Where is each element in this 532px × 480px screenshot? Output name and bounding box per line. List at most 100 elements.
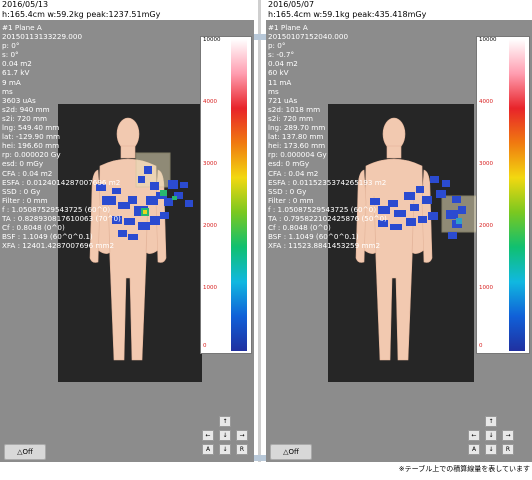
nav-down-button[interactable]: ↓ xyxy=(219,430,231,441)
info-line: Cf : 0.8048 (0^0) xyxy=(2,223,65,233)
scale-tick: 10000 xyxy=(479,37,497,43)
nav-left-button[interactable]: ← xyxy=(468,430,480,441)
info-line: s: -0.7° xyxy=(268,50,295,60)
nav-down-button[interactable]: ↓ xyxy=(485,430,497,441)
nav-l-button[interactable]: ↓ xyxy=(485,444,497,455)
info-line: esd: 0 mGy xyxy=(2,159,44,169)
info-line: 11 mA xyxy=(268,77,292,87)
scale-tick: 1000 xyxy=(203,285,217,291)
left-dose-view[interactable]: #1 Plane A 20150113133229.000 p: 0° s: 0… xyxy=(0,20,254,462)
right-color-scale-bar xyxy=(509,39,525,351)
info-line: #1 Plane A xyxy=(268,23,308,32)
footer-note: ※テーブル上での積算線量を表しています xyxy=(0,462,532,480)
info-line: 9 mA xyxy=(2,77,21,87)
nav-a-button[interactable]: A xyxy=(202,444,214,455)
info-line: lng: 549.40 mm xyxy=(2,123,60,133)
info-line: f : 1.05087529543725 (60^0) xyxy=(2,204,111,214)
right-exposure-info: #1 Plane A 20150107152040.000 p: 0° s: -… xyxy=(268,23,387,250)
footer-note-text: ※テーブル上での積算線量を表しています xyxy=(398,465,530,473)
info-line: 721 uAs xyxy=(268,95,298,105)
info-line: 60 kV xyxy=(268,68,289,78)
info-line: CFA : 0.04 m2 xyxy=(268,168,319,178)
info-line: #1 Plane A xyxy=(2,23,42,32)
nav-r-button[interactable]: R xyxy=(236,444,248,455)
right-dose-view[interactable]: #1 Plane A 20150107152040.000 p: 0° s: -… xyxy=(266,20,532,462)
info-line: 20150107152040.000 xyxy=(268,32,349,42)
info-line: ms xyxy=(2,86,13,96)
info-line: 3603 uAs xyxy=(2,95,36,105)
right-panel-summary: h:165.4cm w:59.1kg peak:435.418mGy xyxy=(268,10,427,19)
panel-scrollbar[interactable] xyxy=(254,0,266,462)
info-line: lat: -129.90 mm xyxy=(2,132,60,142)
scale-tick: 1000 xyxy=(479,285,493,291)
left-off-button[interactable]: △Off xyxy=(4,444,46,460)
nav-up-button[interactable]: ↑ xyxy=(219,416,231,427)
right-off-button[interactable]: △Off xyxy=(270,444,312,460)
left-exposure-info: #1 Plane A 20150113133229.000 p: 0° s: 0… xyxy=(2,23,121,250)
info-line: 20150113133229.000 xyxy=(2,32,83,42)
info-line: TA : 0.828930817610063 (70^0) xyxy=(2,213,121,223)
scale-tick: 0 xyxy=(203,343,207,349)
info-line: Cf : 0.8048 (0^0) xyxy=(268,223,331,233)
nav-left-button[interactable]: ← xyxy=(202,430,214,441)
scale-tick: 0 xyxy=(479,343,483,349)
info-line: ms xyxy=(268,86,279,96)
right-panel-date: 2016/05/07 xyxy=(268,0,315,9)
info-line: p: 0° xyxy=(268,41,286,51)
scrollbar-thumb-bottom[interactable] xyxy=(254,455,266,461)
scrollbar-thumb-top[interactable] xyxy=(254,34,266,40)
right-color-scale: 10000 4000 3000 2000 1000 0 xyxy=(476,36,530,354)
info-line: f : 1.05087529543725 (60^0) xyxy=(268,204,377,214)
scale-tick: 2000 xyxy=(479,223,493,229)
info-line: s2i: 720 mm xyxy=(268,113,314,123)
info-line: esd: 0 mGy xyxy=(268,159,310,169)
left-panel-header: 2016/05/13 h:165.4cm w:59.2kg peak:1237.… xyxy=(0,0,254,20)
info-line: hei: 173.60 mm xyxy=(268,141,326,151)
nav-right-button[interactable]: → xyxy=(236,430,248,441)
info-line: SSD : 0 Gy xyxy=(2,186,41,196)
info-line: rp: 0.000020 Gy xyxy=(2,150,61,160)
info-line: s2i: 720 mm xyxy=(2,113,48,123)
nav-r-button[interactable]: R xyxy=(502,444,514,455)
info-line: p: 0° xyxy=(2,41,20,51)
info-line: BSF : 1.1049 (60^0^0.1) xyxy=(2,232,93,242)
scale-tick: 4000 xyxy=(479,99,493,105)
info-line: lat: 137.80 mm xyxy=(268,132,324,142)
left-color-scale-bar xyxy=(231,39,247,351)
info-line: hei: 196.60 mm xyxy=(2,141,60,151)
info-line: CFA : 0.04 m2 xyxy=(2,168,53,178)
nav-up-button[interactable]: ↑ xyxy=(485,416,497,427)
scale-tick: 3000 xyxy=(203,161,217,167)
nav-right-button[interactable]: → xyxy=(502,430,514,441)
nav-l-button[interactable]: ↓ xyxy=(219,444,231,455)
left-panel: 2016/05/13 h:165.4cm w:59.2kg peak:1237.… xyxy=(0,0,254,462)
nav-a-button[interactable]: A xyxy=(468,444,480,455)
info-line: rp: 0.000004 Gy xyxy=(268,150,327,160)
info-line: 0.04 m2 xyxy=(2,59,32,69)
scale-tick: 4000 xyxy=(203,99,217,105)
info-line: ESFA : 0.0124014287007696 m2 xyxy=(2,177,121,187)
info-line: lng: 289.70 mm xyxy=(268,123,326,133)
right-panel-header: 2016/05/07 h:165.4cm w:59.1kg peak:435.4… xyxy=(266,0,532,20)
info-line: s: 0° xyxy=(2,50,19,60)
info-line: s2d: 940 mm xyxy=(2,104,50,114)
info-line: 0.04 m2 xyxy=(268,59,298,69)
info-line: s2d: 1018 mm xyxy=(268,104,321,114)
scrollbar-track xyxy=(258,0,261,462)
right-panel: 2016/05/07 h:165.4cm w:59.1kg peak:435.4… xyxy=(266,0,532,462)
left-color-scale: 10000 4000 3000 2000 1000 0 xyxy=(200,36,252,354)
info-line: BSF : 1.1049 (60^0^0.1) xyxy=(268,232,359,242)
info-line: 61.7 kV xyxy=(2,68,30,78)
scale-tick: 2000 xyxy=(203,223,217,229)
scale-tick: 3000 xyxy=(479,161,493,167)
left-panel-date: 2016/05/13 xyxy=(2,0,49,9)
info-line: SSD : 0 Gy xyxy=(268,186,307,196)
info-line: XFA : 11523.8841453259 mm2 xyxy=(268,241,381,251)
info-line: ESFA : 0.0115235374265193 m2 xyxy=(268,177,387,187)
scale-tick: 10000 xyxy=(203,37,221,43)
info-line: Filter : 0 mm xyxy=(268,195,314,205)
info-line: XFA : 12401.4287007696 mm2 xyxy=(2,241,115,251)
info-line: Filter : 0 mm xyxy=(2,195,48,205)
info-line: TA : 0.795822102425876 (50^0) xyxy=(268,213,387,223)
left-panel-summary: h:165.4cm w:59.2kg peak:1237.51mGy xyxy=(2,10,161,19)
